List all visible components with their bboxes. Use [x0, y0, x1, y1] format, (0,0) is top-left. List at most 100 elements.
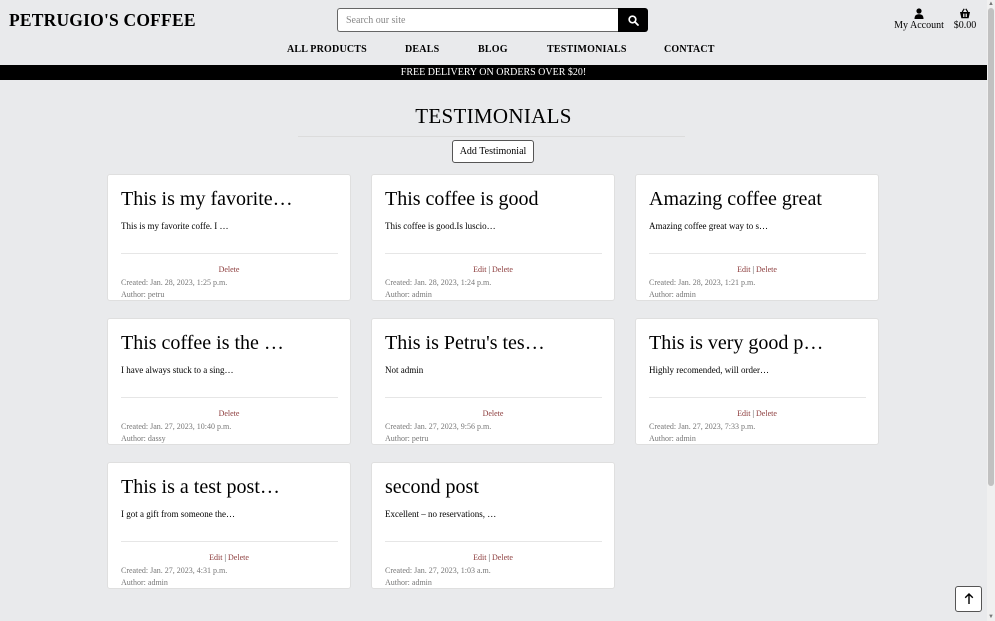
bag-total: $0.00 — [953, 20, 977, 31]
testimonial-excerpt: Amazing coffee great way to s… — [649, 221, 769, 231]
testimonial-excerpt: Excellent – no reservations, … — [385, 509, 497, 519]
basket-icon — [951, 8, 979, 20]
testimonial-excerpt: I have always stuck to a sing… — [121, 365, 234, 375]
testimonial-meta: Created: Jan. 27, 2023, 10:40 p.m. Author… — [121, 421, 231, 445]
testimonial-title: This coffee is the … — [121, 332, 284, 354]
edit-link[interactable]: Edit — [737, 409, 750, 418]
delete-link[interactable]: Delete — [492, 265, 513, 274]
testimonial-actions: Delete — [108, 409, 350, 418]
testimonial-card: This is Petru's tes… Not admin Delete Creat… — [371, 318, 615, 445]
title-divider — [298, 136, 685, 137]
nav-testimonials[interactable]: TESTIMONIALS — [547, 44, 627, 55]
testimonial-author: Author: petru — [121, 290, 165, 299]
delete-link[interactable]: Delete — [756, 265, 777, 274]
testimonial-card: This is a test post… I got a gift from so… — [107, 462, 351, 589]
user-icon — [893, 8, 945, 20]
testimonial-actions: Edit | Delete — [636, 409, 878, 418]
testimonial-actions: Delete — [372, 409, 614, 418]
edit-link[interactable]: Edit — [473, 265, 486, 274]
testimonial-title: This is a test post… — [121, 476, 280, 498]
testimonial-actions: Delete — [108, 265, 350, 274]
card-divider — [385, 541, 602, 542]
edit-link[interactable]: Edit — [209, 553, 222, 562]
site-header: PETRUGIO'S COFFEE My Account — [0, 0, 987, 65]
testimonial-actions: Edit | Delete — [372, 553, 614, 562]
shopping-bag-link[interactable]: $0.00 — [951, 8, 979, 31]
testimonial-title: This is very good p… — [649, 332, 824, 354]
testimonial-actions: Edit | Delete — [636, 265, 878, 274]
testimonial-created: Created: Jan. 27, 2023, 10:40 p.m. — [121, 422, 232, 431]
testimonial-card: This coffee is good This coffee is good.I… — [371, 174, 615, 301]
testimonial-author: Author: admin — [649, 290, 696, 299]
testimonial-author: Author: petru — [385, 434, 429, 443]
testimonial-title: This coffee is good — [385, 188, 539, 210]
testimonial-meta: Created: Jan. 27, 2023, 9:56 p.m. Author:… — [385, 421, 491, 445]
search-input[interactable] — [337, 8, 618, 32]
nav-all-products[interactable]: ALL PRODUCTS — [287, 44, 367, 55]
search-icon — [627, 14, 639, 26]
card-divider — [385, 397, 602, 398]
testimonial-title: This is Petru's tes… — [385, 332, 545, 354]
my-account-link[interactable]: My Account — [893, 8, 945, 31]
testimonial-excerpt: Highly recomended, will order… — [649, 365, 769, 375]
testimonial-created: Created: Jan. 27, 2023, 7:33 p.m. — [649, 422, 756, 431]
testimonial-excerpt: Not admin — [385, 365, 424, 375]
testimonial-created: Created: Jan. 28, 2023, 1:24 p.m. — [385, 278, 492, 287]
back-to-top-button[interactable] — [955, 586, 982, 612]
testimonial-card: second post Excellent – no reservations, … — [371, 462, 615, 589]
testimonial-created: Created: Jan. 28, 2023, 1:25 p.m. — [121, 278, 228, 287]
card-divider — [121, 253, 338, 254]
card-divider — [121, 541, 338, 542]
search-button[interactable] — [618, 8, 648, 32]
testimonial-author: Author: admin — [649, 434, 696, 443]
search-form — [337, 8, 648, 32]
card-divider — [649, 397, 866, 398]
add-testimonial-button[interactable]: Add Testimonial — [452, 140, 534, 163]
testimonial-meta: Created: Jan. 28, 2023, 1:21 p.m. Author:… — [649, 277, 755, 301]
delete-link[interactable]: Delete — [492, 553, 513, 562]
delete-link[interactable]: Delete — [219, 409, 240, 418]
testimonial-meta: Created: Jan. 28, 2023, 1:24 p.m. Author:… — [385, 277, 491, 301]
scroll-down-arrow-icon[interactable]: ▼ — [987, 613, 995, 621]
testimonial-meta: Created: Jan. 28, 2023, 1:25 p.m. Author:… — [121, 277, 227, 301]
testimonial-title: second post — [385, 476, 479, 498]
delete-link[interactable]: Delete — [483, 409, 504, 418]
card-divider — [385, 253, 602, 254]
brand-logo[interactable]: PETRUGIO'S COFFEE — [9, 10, 196, 31]
testimonial-meta: Created: Jan. 27, 2023, 7:33 p.m. Author:… — [649, 421, 755, 445]
nav-blog[interactable]: BLOG — [478, 44, 508, 55]
testimonial-author: Author: admin — [121, 578, 168, 587]
delete-link[interactable]: Delete — [756, 409, 777, 418]
edit-link[interactable]: Edit — [473, 553, 486, 562]
testimonial-created: Created: Jan. 27, 2023, 1:03 a.m. — [385, 566, 491, 575]
testimonial-author: Author: admin — [385, 578, 432, 587]
testimonial-author: Author: admin — [385, 290, 432, 299]
my-account-label: My Account — [894, 20, 944, 31]
testimonial-card: This coffee is the … I have always stuck … — [107, 318, 351, 445]
page-title: TESTIMONIALS — [415, 104, 572, 128]
testimonial-created: Created: Jan. 27, 2023, 4:31 p.m. — [121, 566, 228, 575]
edit-link[interactable]: Edit — [737, 265, 750, 274]
scrollbar-thumb[interactable] — [988, 8, 994, 486]
nav-contact[interactable]: CONTACT — [664, 44, 715, 55]
testimonial-title: This is my favorite… — [121, 188, 293, 210]
scroll-up-arrow-icon[interactable]: ▲ — [987, 0, 995, 8]
nav-deals[interactable]: DEALS — [405, 44, 439, 55]
testimonial-created: Created: Jan. 27, 2023, 9:56 p.m. — [385, 422, 492, 431]
testimonial-author: Author: dassy — [121, 434, 166, 443]
main-nav: ALL PRODUCTS DEALS BLOG TESTIMONIALS CON… — [0, 44, 987, 60]
testimonial-excerpt: I got a gift from someone the… — [121, 509, 235, 519]
testimonial-card: This is my favorite… This is my favorite … — [107, 174, 351, 301]
testimonial-meta: Created: Jan. 27, 2023, 4:31 p.m. Author:… — [121, 565, 227, 589]
testimonial-actions: Edit | Delete — [372, 265, 614, 274]
delete-link[interactable]: Delete — [228, 553, 249, 562]
testimonial-card: Amazing coffee great Amazing coffee great… — [635, 174, 879, 301]
testimonial-meta: Created: Jan. 27, 2023, 1:03 a.m. Author:… — [385, 565, 491, 589]
testimonial-title: Amazing coffee great — [649, 188, 822, 210]
delete-link[interactable]: Delete — [219, 265, 240, 274]
testimonial-card: This is very good p… Highly recomended, w… — [635, 318, 879, 445]
testimonial-excerpt: This coffee is good.Is luscio… — [385, 221, 496, 231]
testimonial-excerpt: This is my favorite coffe. I … — [121, 221, 229, 231]
card-divider — [649, 253, 866, 254]
page-scrollbar[interactable]: ▲ ▼ — [987, 0, 995, 621]
